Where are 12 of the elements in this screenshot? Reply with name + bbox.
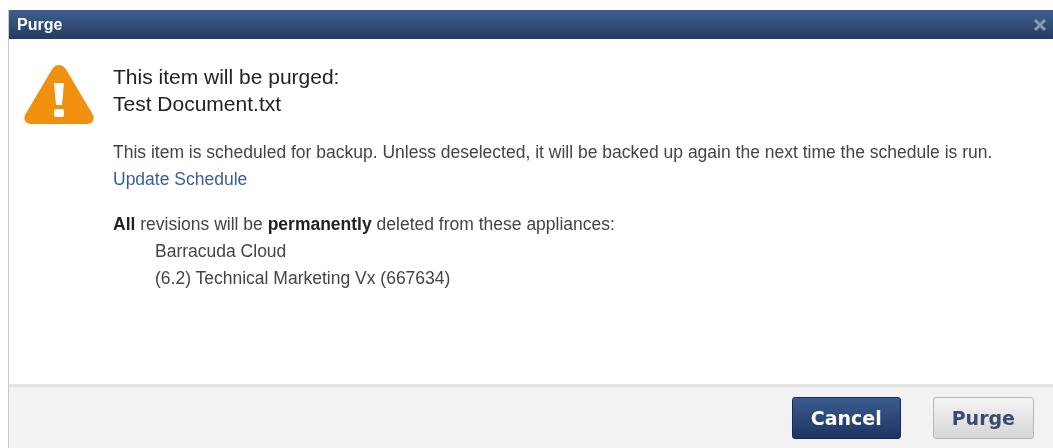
update-schedule-link[interactable]: Update Schedule <box>113 169 248 189</box>
close-icon[interactable] <box>1033 17 1047 32</box>
cancel-button[interactable]: Cancel <box>791 396 901 439</box>
deletion-note: All revisions will be permanently deleted from these appliances: <box>113 213 616 236</box>
warning-icon <box>23 63 95 125</box>
dialog-title: Purge <box>17 15 63 34</box>
appliance-name: (6.2) Technical Marketing Vx (667634) <box>155 267 452 290</box>
heading-text: This item will be purged: <box>113 64 341 90</box>
purge-button[interactable]: Purge <box>932 396 1034 439</box>
heading-text: Test Document.txt <box>113 91 283 117</box>
schedule-note: This item is scheduled for backup. Unless deselected, it will be backed up again the next time the schedule is run. Update Schedule <box>113 141 994 191</box>
appliance-name: Barracuda Cloud <box>155 240 288 263</box>
